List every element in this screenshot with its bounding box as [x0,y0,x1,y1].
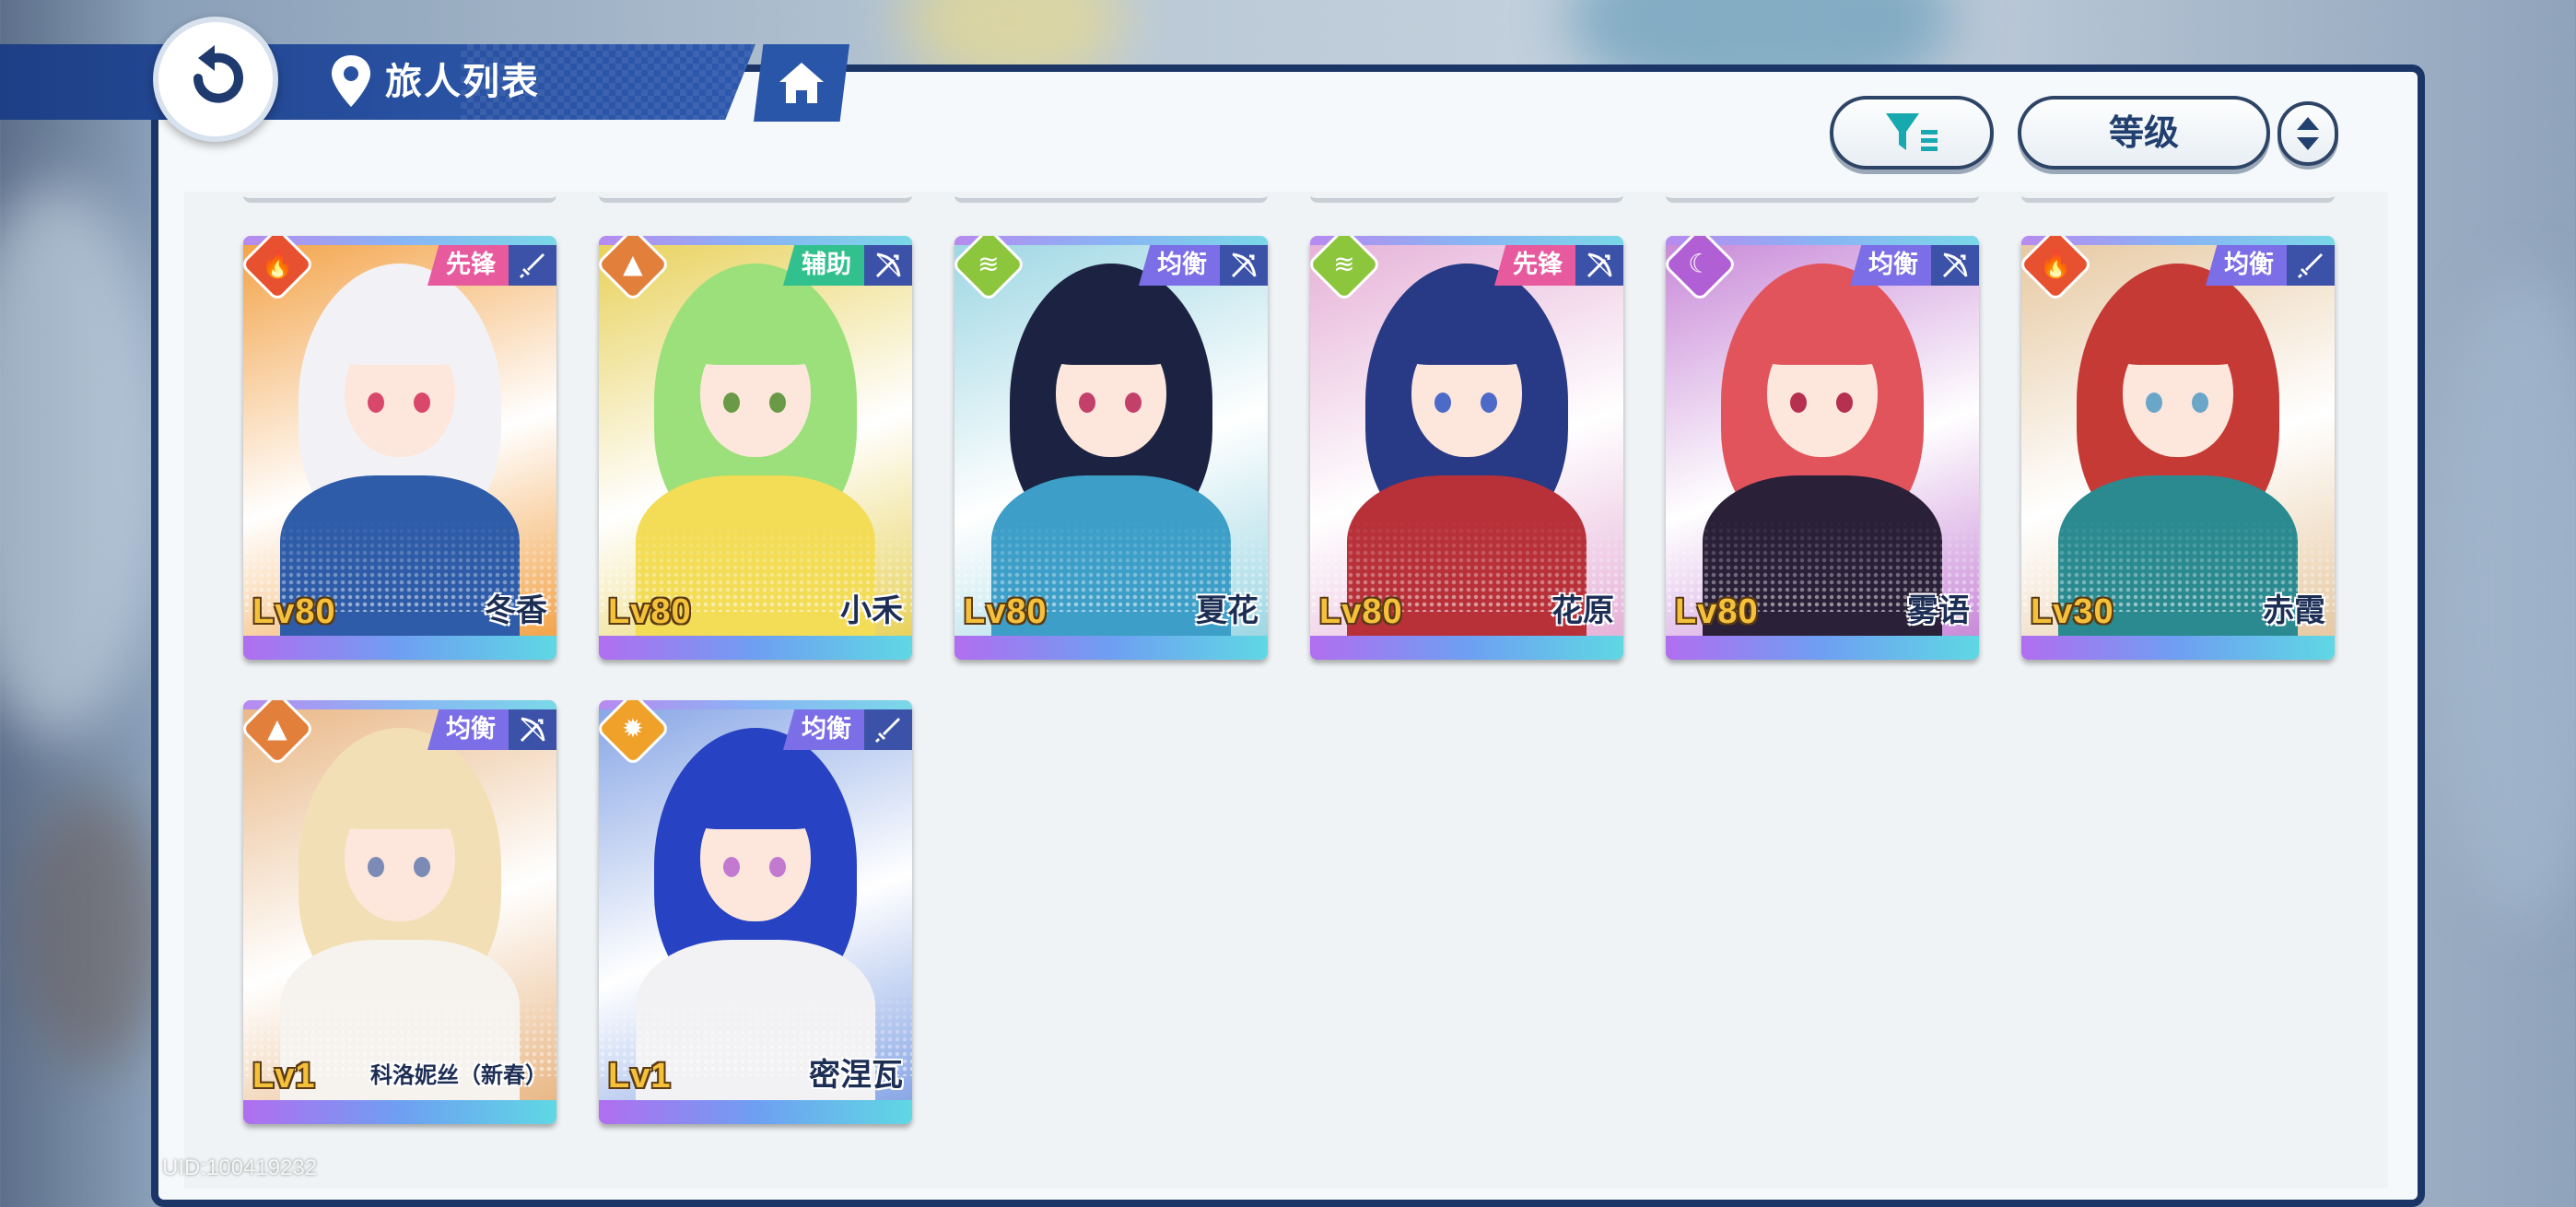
back-button[interactable] [153,17,278,142]
sword-weapon-icon [509,245,556,286]
sort-order-icon [2297,117,2319,150]
character-portrait [2021,245,2335,636]
card-bottom-stripe [243,636,556,660]
background-blur [0,184,166,737]
level-label: Lv1 [252,1057,316,1096]
character-card[interactable]: ▲ 辅助 Lv80 小禾 [599,236,912,660]
character-card[interactable]: 🔥 先锋 Lv80 冬香 [243,236,556,660]
scrolled-card-edge [599,189,912,203]
scrolled-card-edge [1310,189,1623,203]
role-tag: 均衡 [783,709,864,750]
filter-icon [1886,113,1938,151]
card-bottom-stripe [1666,636,1979,660]
level-label: Lv80 [1675,592,1759,631]
character-name: 夏花 [1196,592,1259,629]
level-label: Lv80 [252,592,336,631]
sword-weapon-icon [864,709,912,750]
uid-label: UID:100419232 [162,1155,318,1180]
character-portrait [243,709,556,1100]
scrolled-card-edge [1666,189,1979,203]
character-name: 赤霞 [2263,592,2325,629]
card-bottom-stripe [599,1100,912,1124]
card-bottom-stripe [2021,636,2335,660]
role-tag: 均衡 [1139,245,1220,286]
scrolled-card-edge [2021,189,2335,203]
level-label: Lv30 [2031,592,2114,631]
sword-weapon-icon [2287,245,2335,286]
character-portrait [599,245,912,636]
card-bottom-stripe [599,636,912,660]
level-label: Lv80 [964,592,1048,631]
character-name: 密涅瓦 [809,1057,903,1094]
character-card[interactable]: ☾ 均衡 Lv80 雾语 [1666,236,1979,660]
level-label: Lv80 [608,592,692,631]
card-bottom-stripe [243,1100,556,1124]
bow-weapon-icon [1575,245,1623,286]
role-tag: 先锋 [1494,245,1575,286]
card-bottom-stripe [1310,636,1623,660]
role-tag: 先锋 [427,245,509,286]
bow-weapon-icon [1220,245,1268,286]
bow-weapon-icon [1931,245,1979,286]
character-name: 雾语 [1907,592,1970,629]
character-card[interactable]: 🔥 均衡 Lv30 赤霞 [2021,236,2335,660]
background-blur [2432,276,2576,921]
bow-weapon-icon [864,245,912,286]
character-portrait [243,245,556,636]
sort-order-button[interactable] [2277,101,2338,166]
character-name: 小禾 [840,592,903,629]
role-tag: 均衡 [2206,245,2287,286]
level-label: Lv80 [1319,592,1403,631]
character-card[interactable]: ✹ 均衡 Lv1 密涅瓦 [599,700,912,1124]
home-button[interactable] [754,44,849,122]
character-name: 科洛妮丝（新春） [370,1062,547,1088]
character-card[interactable]: ▲ 均衡 Lv1 科洛妮丝（新春） [243,700,556,1124]
header-bar [0,44,755,120]
character-portrait [599,709,912,1100]
scrolled-card-edge [954,189,1268,203]
home-icon [779,63,824,103]
location-pin-icon [332,55,370,107]
role-tag: 均衡 [427,709,509,750]
character-name: 冬香 [485,592,547,629]
level-label: Lv1 [608,1057,672,1096]
character-portrait [1310,245,1623,636]
filter-button[interactable] [1830,96,1994,170]
card-bottom-stripe [954,636,1268,660]
character-card[interactable]: ≋ 先锋 Lv80 花原 [1310,236,1623,660]
character-portrait [1666,245,1979,636]
character-name: 花原 [1551,592,1614,629]
back-arrow-icon [193,45,243,103]
role-tag: 均衡 [1850,245,1931,286]
sort-by-dropdown[interactable]: 等级 [2018,96,2270,170]
background-blur [18,792,166,1069]
bow-weapon-icon [509,709,556,750]
scrolled-card-edge [243,189,556,203]
character-card[interactable]: ≋ 均衡 Lv80 夏花 [954,236,1268,660]
role-tag: 辅助 [783,245,864,286]
page-title: 旅人列表 [385,61,540,103]
character-portrait [954,245,1268,636]
